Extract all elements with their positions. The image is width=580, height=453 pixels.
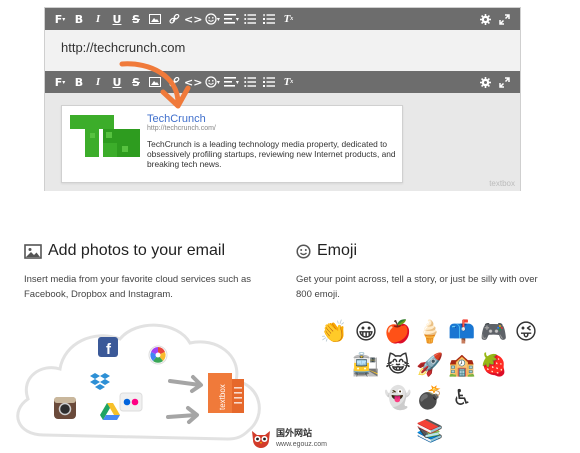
emoji-picker-icon[interactable]: ▾	[203, 8, 221, 30]
bomb-emoji: 💣	[416, 385, 444, 410]
bold-button[interactable]: B	[70, 71, 88, 93]
numbered-list-icon[interactable]	[260, 8, 278, 30]
underline-button[interactable]: U	[108, 8, 126, 30]
textbox-brand-mark: textbox	[489, 179, 515, 188]
bullet-list-icon[interactable]	[241, 71, 259, 93]
watermark-url: www.egouz.com	[276, 441, 327, 448]
svg-text:textbox: textbox	[218, 384, 227, 410]
align-icon[interactable]: ▾	[222, 8, 240, 30]
editor-toolbar-top: F ▾ B I U S <> ▾ ▾ Tx	[45, 8, 520, 30]
font-button[interactable]: F ▾	[51, 71, 69, 93]
train-station-emoji: 🚉	[352, 352, 380, 377]
picture-icon	[24, 243, 42, 259]
rocket-emoji: 🚀	[416, 352, 444, 377]
flickr-icon	[119, 392, 143, 412]
link-icon[interactable]	[165, 71, 183, 93]
gear-icon[interactable]	[476, 8, 494, 30]
editor-body[interactable]: TechCrunch http://techcrunch.com/ TechCr…	[45, 93, 520, 191]
link-icon[interactable]	[165, 8, 183, 30]
emoji-description: Get your point across, tell a story, or …	[296, 274, 538, 300]
smiley-icon	[296, 243, 311, 259]
url-line[interactable]: http://techcrunch.com	[45, 30, 520, 71]
textbox-file-icon: textbox	[208, 373, 244, 413]
image-icon[interactable]	[146, 71, 164, 93]
strawberry-emoji: 🍓	[480, 352, 508, 377]
owl-logo-icon	[252, 431, 270, 448]
code-button[interactable]: <>	[184, 71, 202, 93]
game-controller-emoji: 🎮	[480, 319, 508, 344]
books-emoji: 📚	[416, 418, 444, 443]
strikethrough-button[interactable]: S	[127, 8, 145, 30]
picasa-icon	[148, 345, 168, 365]
emoji-row: 👻 💣 ♿	[310, 382, 550, 415]
red-apple-emoji: 🍎	[384, 319, 412, 344]
font-button[interactable]: F ▾	[51, 8, 69, 30]
emoji-feature-title: Emoji	[296, 242, 357, 260]
emoji-row: 🚉 😹 🚀 🏫 🍓	[310, 349, 550, 382]
photos-feature-title: Add photos to your email	[24, 242, 225, 260]
code-button[interactable]: <>	[184, 8, 202, 30]
school-emoji: 🏫	[448, 352, 476, 377]
italic-button[interactable]: I	[89, 71, 107, 93]
emoji-row: 👏 😀 🍎 🍦 📫 🎮 😜	[310, 316, 550, 349]
techcrunch-logo	[70, 115, 140, 157]
emoji-grid: 👏 😀 🍎 🍦 📫 🎮 😜 🚉 😹 🚀 🏫 🍓 👻 💣 ♿ 📚	[310, 316, 550, 448]
winking-tongue-emoji: 😜	[514, 319, 538, 344]
bold-button[interactable]: B	[70, 8, 88, 30]
preview-description: TechCrunch is a leading technology media…	[147, 139, 396, 170]
clear-format-icon[interactable]: Tx	[279, 8, 297, 30]
cat-tears-of-joy-emoji: 😹	[385, 352, 411, 377]
cloud-services-illustration: f textbox	[16, 323, 261, 441]
editor-toolbar-bottom: F ▾ B I U S <> ▾ ▾ Tx	[45, 71, 520, 93]
gear-icon[interactable]	[476, 71, 494, 93]
site-watermark: 国外网站 www.egouz.com	[250, 428, 327, 450]
image-icon[interactable]	[146, 8, 164, 30]
emoji-picker-icon[interactable]: ▾	[203, 71, 221, 93]
underline-button[interactable]: U	[108, 71, 126, 93]
bullet-list-icon[interactable]	[241, 8, 259, 30]
align-icon[interactable]: ▾	[222, 71, 240, 93]
italic-button[interactable]: I	[89, 8, 107, 30]
expand-icon[interactable]	[495, 71, 513, 93]
mailbox-emoji: 📫	[448, 319, 476, 344]
ice-cream-emoji: 🍦	[416, 319, 444, 344]
facebook-icon: f	[98, 337, 118, 358]
link-preview-card[interactable]: TechCrunch http://techcrunch.com/ TechCr…	[61, 105, 403, 183]
clear-format-icon[interactable]: Tx	[279, 71, 297, 93]
watermark-title: 国外网站	[276, 428, 313, 438]
wheelchair-emoji: ♿	[452, 385, 472, 410]
preview-url: http://techcrunch.com/	[147, 125, 216, 132]
emoji-title-text: Emoji	[317, 242, 358, 259]
emoji-row: 📚	[310, 415, 550, 448]
preview-title[interactable]: TechCrunch	[147, 113, 206, 125]
numbered-list-icon[interactable]	[260, 71, 278, 93]
instagram-icon	[54, 397, 76, 419]
grinning-face-emoji: 😀	[354, 319, 378, 344]
editor-demo: F ▾ B I U S <> ▾ ▾ Tx http://techcrunch.…	[44, 7, 521, 191]
photos-title-text: Add photos to your email	[48, 242, 225, 259]
expand-icon[interactable]	[495, 8, 513, 30]
ghost-emoji: 👻	[384, 385, 412, 410]
photos-description: Insert media from your favorite cloud se…	[24, 274, 252, 300]
strikethrough-button[interactable]: S	[127, 71, 145, 93]
clapping-hands-emoji: 👏	[320, 319, 348, 344]
